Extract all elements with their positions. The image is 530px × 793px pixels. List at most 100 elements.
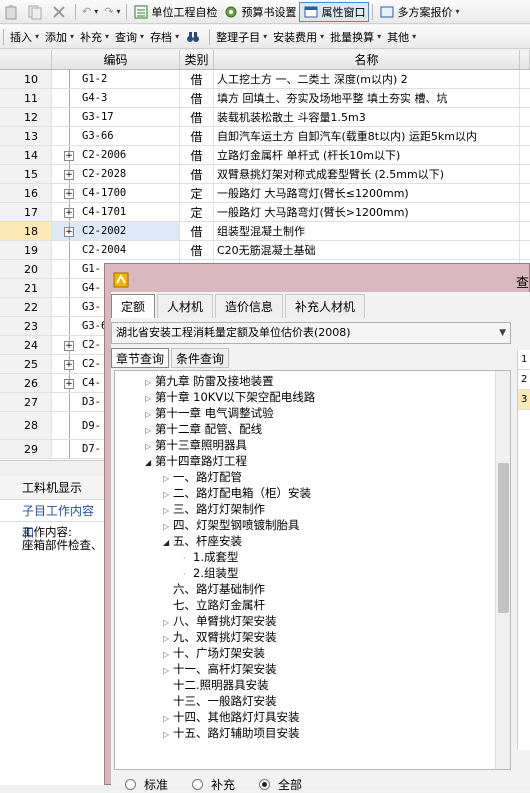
type-cell[interactable]: 借 — [180, 241, 214, 259]
scrollbar-thumb[interactable] — [498, 463, 509, 613]
name-cell[interactable]: 填方 回填土、夯实及场地平整 填土夯实 槽、坑 — [214, 89, 520, 107]
property-window-button[interactable]: 属性窗口 — [299, 1, 370, 22]
row-number[interactable]: 16 — [0, 184, 52, 202]
expand-icon[interactable]: + — [64, 359, 74, 370]
type-cell[interactable]: 借 — [180, 89, 214, 107]
batch-convert-menu[interactable]: 批量换算 ▾ — [327, 27, 384, 47]
collapse-icon[interactable]: ◢ — [145, 455, 155, 471]
tree-node[interactable]: 六、路灯基础制作 — [163, 581, 265, 597]
tree-node[interactable]: ▷ 一、路灯配管 — [163, 469, 242, 485]
table-row[interactable]: 10 G1-2 借人工挖土方 一、二类土 深度(m以内) 2 — [0, 70, 530, 89]
code-cell[interactable]: + C4-1700 — [52, 184, 180, 202]
tree-node[interactable]: ▷ 十、广场灯架安装 — [163, 645, 265, 661]
extra-column-header[interactable] — [520, 50, 530, 69]
tree-node[interactable]: ▷ 三、路灯灯架制作 — [163, 501, 265, 517]
collapse-icon[interactable]: ◢ — [163, 535, 173, 551]
tree-node[interactable]: ▷ 二、路灯配电箱（柜）安装 — [163, 485, 311, 501]
tab-labor-material[interactable]: 人材机 — [157, 294, 214, 318]
table-row[interactable]: 12 G3-17 借装载机装松散土 斗容量1.5m3 — [0, 108, 530, 127]
redo-icon[interactable]: ↷ ▾ — [101, 2, 123, 22]
add-menu[interactable]: 添加 ▾ — [42, 27, 77, 47]
code-cell[interactable]: G4-3 — [52, 89, 180, 107]
result-row-number[interactable]: 2 — [518, 370, 530, 390]
quota-library-select[interactable]: 湖北省安装工程消耗量定额及单位估价表(2008) ▼ — [111, 322, 511, 344]
type-column-header[interactable]: 类别 — [180, 50, 214, 69]
name-cell[interactable]: 人工挖土方 一、二类土 深度(m以内) 2 — [214, 70, 520, 88]
type-cell[interactable]: 定 — [180, 184, 214, 202]
name-cell[interactable]: 一般路灯 大马路弯灯(臂长>1200mm) — [214, 203, 520, 221]
chevron-down-icon[interactable]: ▼ — [499, 323, 506, 343]
tab-quota[interactable]: 定额 — [111, 294, 156, 318]
row-number[interactable]: 10 — [0, 70, 52, 88]
row-number[interactable]: 17 — [0, 203, 52, 221]
code-cell[interactable]: G3-66 — [52, 127, 180, 145]
expand-icon[interactable]: + — [64, 378, 74, 389]
binoculars-icon[interactable] — [182, 27, 206, 47]
budget-settings-button[interactable]: 预算书设置 — [220, 2, 299, 22]
tree-node[interactable]: ▷ 四、灯架型钢喷镀制胎具 — [163, 517, 300, 533]
horizontal-scrollbar[interactable] — [0, 460, 105, 476]
tree-node[interactable]: ▷ 第十三章照明器具 — [145, 437, 247, 453]
other-menu[interactable]: 其他 ▾ — [384, 27, 419, 47]
name-cell[interactable]: 装载机装松散土 斗容量1.5m3 — [214, 108, 520, 126]
tree-node[interactable]: · 1.成套型 — [183, 549, 238, 565]
table-row[interactable]: 11 G4-3 借填方 回填土、夯实及场地平整 填土夯实 槽、坑 — [0, 89, 530, 108]
tree-node[interactable]: ▷ 十四、其他路灯灯具安装 — [163, 709, 300, 725]
tab-chapter-query[interactable]: 章节查询 — [111, 348, 170, 368]
code-cell[interactable]: + C2-2028 — [52, 165, 180, 183]
tree-node[interactable]: ▷ 第十二章 配管、配线 — [145, 421, 262, 437]
tree-node[interactable]: ▷ 第九章 防雷及接地装置 — [145, 373, 274, 389]
code-cell[interactable]: G1-2 — [52, 70, 180, 88]
expand-icon[interactable]: ▷ — [163, 727, 173, 743]
tree-node[interactable]: ▷ 十一、高杆灯架安装 — [163, 661, 277, 677]
row-number[interactable]: 27 — [0, 393, 52, 411]
table-row[interactable]: 19 C2-2004 借 C20无筋混凝土基础 — [0, 241, 530, 260]
name-cell[interactable]: 立路灯金属杆 单杆式 (杆长10m以下) — [214, 146, 520, 164]
install-fee-menu[interactable]: 安装费用 ▾ — [270, 27, 327, 47]
delete-icon[interactable] — [48, 2, 72, 22]
tab-supplement-material[interactable]: 补充人材机 — [285, 294, 366, 318]
organize-items-menu[interactable]: 整理子目 ▾ — [213, 27, 270, 47]
row-number[interactable]: 13 — [0, 127, 52, 145]
tree-node[interactable]: ▷ 第十章 10KV以下架空配电线路 — [145, 389, 315, 405]
tree-scrollbar[interactable] — [495, 371, 510, 769]
row-number[interactable]: 21 — [0, 279, 52, 297]
expand-icon[interactable]: + — [64, 207, 74, 218]
insert-menu[interactable]: 插入 ▾ — [7, 27, 42, 47]
table-row[interactable]: 18 + C2-2002 借组装型混凝土制作 — [0, 222, 530, 241]
expand-icon[interactable]: + — [64, 169, 74, 180]
code-cell[interactable]: + C2-2002 — [52, 222, 180, 240]
table-row[interactable]: 17 + C4-1701 定一般路灯 大马路弯灯(臂长>1200mm) — [0, 203, 530, 222]
table-row[interactable]: 15 + C2-2028 借双臂悬挑灯架对称式成套型臂长 (2.5mm以下) — [0, 165, 530, 184]
tree-node[interactable]: 七、立路灯金属杆 — [163, 597, 265, 613]
type-cell[interactable]: 借 — [180, 108, 214, 126]
table-row[interactable]: 16 + C4-1700 定一般路灯 大马路弯灯(臂长≤1200mm) — [0, 184, 530, 203]
code-column-header[interactable]: 编码 — [52, 50, 180, 69]
archive-menu[interactable]: 存档 ▾ — [147, 27, 182, 47]
name-cell[interactable]: 自卸汽车运土方 自卸汽车(载重8t以内) 运距5km以内 — [214, 127, 520, 145]
tree-node[interactable]: ▷ 十五、路灯辅助项目安装 — [163, 725, 300, 741]
paste-icon[interactable] — [0, 2, 24, 22]
code-cell[interactable]: + C2-2006 — [52, 146, 180, 164]
tree-node[interactable]: ◢ 第十四章路灯工程 — [145, 453, 247, 469]
result-row-number[interactable]: 1 — [518, 350, 530, 370]
name-cell[interactable]: C20无筋混凝土基础 — [214, 241, 520, 259]
tree-node[interactable]: ▷ 八、单臂挑灯架安装 — [163, 613, 277, 629]
type-cell[interactable]: 借 — [180, 165, 214, 183]
expand-icon[interactable]: + — [64, 340, 74, 351]
row-number[interactable]: 24 — [0, 336, 52, 354]
type-cell[interactable]: 借 — [180, 70, 214, 88]
type-cell[interactable]: 借 — [180, 146, 214, 164]
type-cell[interactable]: 定 — [180, 203, 214, 221]
row-number[interactable]: 22 — [0, 298, 52, 316]
expand-icon[interactable]: + — [64, 188, 74, 199]
row-number[interactable]: 29 — [0, 440, 52, 458]
name-cell[interactable]: 一般路灯 大马路弯灯(臂长≤1200mm) — [214, 184, 520, 202]
code-cell[interactable]: C2-2004 — [52, 241, 180, 259]
row-number[interactable]: 14 — [0, 146, 52, 164]
multi-plan-quote-button[interactable]: 多方案报价 ▾ — [376, 2, 462, 22]
row-number[interactable]: 28 — [0, 412, 52, 439]
row-number[interactable]: 23 — [0, 317, 52, 335]
table-row[interactable]: 13 G3-66 借自卸汽车运土方 自卸汽车(载重8t以内) 运距5km以内 — [0, 127, 530, 146]
result-row-number[interactable]: 3 — [518, 390, 530, 410]
